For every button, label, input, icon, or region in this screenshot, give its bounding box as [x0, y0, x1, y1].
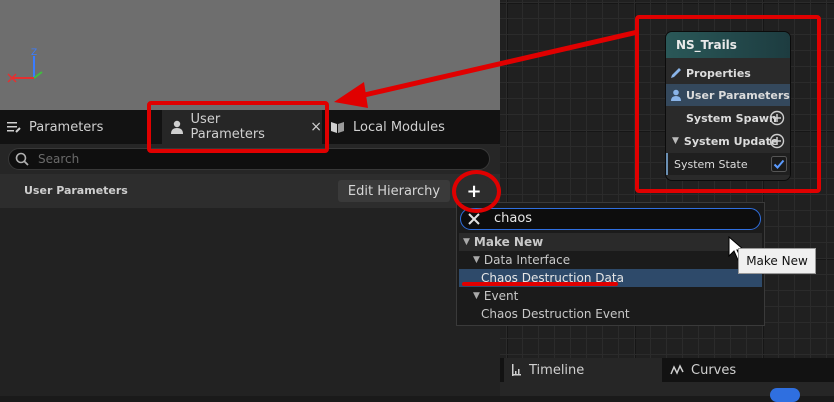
tab-user-parameters-label: User Parameters [190, 112, 265, 142]
add-parameter-menu: chaos ▼ Make New ▼ Data Interface Chaos … [456, 202, 765, 326]
node-row-system-spawn[interactable]: System Spawn [666, 107, 790, 129]
tab-parameters[interactable]: Parameters [6, 110, 156, 144]
search-icon [15, 152, 29, 166]
add-circle-icon[interactable] [769, 133, 785, 149]
checkbox-checked-icon[interactable] [771, 156, 787, 172]
tab-curves-label: Curves [691, 362, 737, 378]
tab-parameters-label: Parameters [29, 119, 104, 135]
menu-subcategory-data-interface[interactable]: ▼ Data Interface [459, 251, 762, 269]
axis-z-label: Z [31, 48, 38, 58]
close-icon[interactable]: × [310, 119, 322, 135]
node-row-label: User Parameters [686, 88, 790, 102]
add-circle-icon[interactable] [769, 110, 785, 126]
node-row-system-state[interactable]: System State [666, 153, 790, 175]
user-icon [171, 120, 183, 134]
edit-hierarchy-button[interactable]: Edit Hierarchy [338, 180, 450, 202]
node-row-properties[interactable]: Properties [666, 62, 790, 84]
tab-local-modules-label: Local Modules [353, 119, 445, 135]
triangle-down-icon: ▼ [473, 255, 480, 265]
node-row-label: System Spawn [686, 111, 777, 125]
triangle-down-icon: ▼ [473, 291, 480, 301]
menu-item-label: Chaos Destruction Event [481, 307, 630, 321]
toggle-button[interactable] [770, 388, 800, 402]
book-icon [331, 122, 344, 133]
menu-item-chaos-destruction-event[interactable]: Chaos Destruction Event [459, 305, 762, 323]
search-row: Search [0, 144, 500, 174]
node-row-system-update[interactable]: ▼ System Update [666, 130, 790, 152]
timeline-icon [512, 364, 521, 376]
add-parameter-button[interactable]: + [459, 180, 489, 202]
menu-search-input[interactable]: chaos [460, 208, 761, 230]
node-header[interactable]: NS_Trails [666, 32, 790, 58]
menu-subcategory-event[interactable]: ▼ Event [459, 287, 762, 305]
user-parameters-header: User Parameters Edit Hierarchy + [0, 174, 500, 208]
node-row-label: System Update [683, 134, 779, 148]
node-row-label: System State [674, 157, 748, 171]
pencil-icon [671, 68, 681, 78]
menu-subcategory-label: Event [483, 289, 519, 303]
annotation-arrow [334, 29, 639, 108]
menu-category-label: Make New [473, 235, 544, 249]
timeline-panel [500, 382, 834, 402]
system-node[interactable]: NS_Trails Properties User Parameters Sys… [666, 32, 790, 180]
node-row-user-parameters[interactable]: User Parameters [666, 84, 790, 106]
node-row-label: Properties [686, 66, 751, 80]
triangle-down-icon: ▼ [463, 237, 470, 247]
node-title: NS_Trails [676, 38, 737, 52]
annotation-underline [462, 282, 618, 286]
search-input[interactable]: Search [8, 148, 490, 170]
curves-icon [670, 364, 684, 375]
list-icon [7, 122, 21, 133]
menu-category-make-new[interactable]: ▼ Make New [459, 233, 762, 251]
tab-user-parameters[interactable]: User Parameters × [162, 110, 322, 144]
tab-timeline-label: Timeline [529, 362, 585, 378]
axis-gizmo [7, 56, 43, 83]
clear-icon[interactable] [468, 213, 480, 225]
section-title: User Parameters [24, 184, 128, 197]
bottom-tab-bar: Timeline Curves [500, 358, 834, 382]
user-icon [671, 89, 681, 101]
search-placeholder: Search [38, 152, 80, 166]
menu-subcategory-label: Data Interface [483, 253, 571, 267]
tab-curves[interactable]: Curves [670, 358, 790, 382]
tab-timeline[interactable]: Timeline [504, 358, 662, 382]
tooltip: Make New [738, 248, 816, 274]
triangle-down-icon: ▼ [672, 136, 679, 146]
parameters-list [0, 208, 500, 396]
menu-search-value: chaos [494, 211, 533, 226]
